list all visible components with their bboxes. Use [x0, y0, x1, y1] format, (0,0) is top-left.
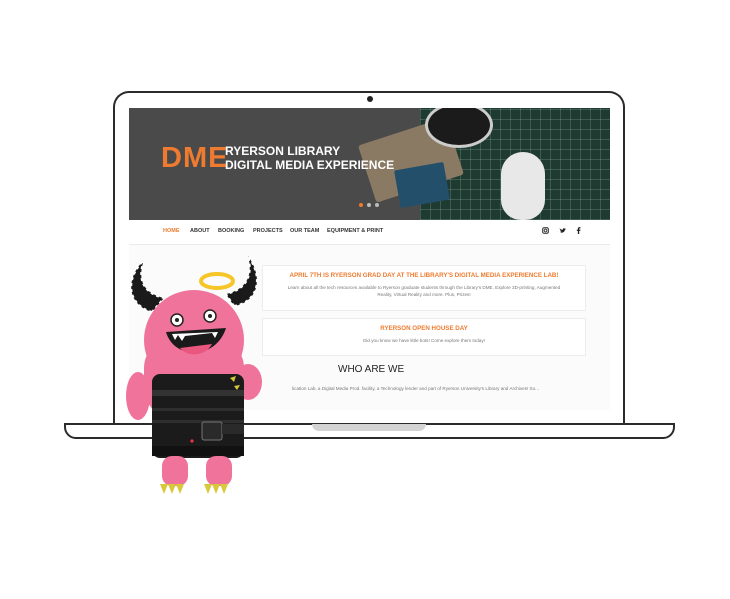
- camera-icon: [367, 96, 373, 102]
- card-text: Learn about all the tech resources avail…: [287, 285, 561, 297]
- hero-banner: DME RYERSON LIBRARY DIGITAL MEDIA EXPERI…: [129, 108, 610, 220]
- card-title[interactable]: APRIL 7TH IS RYERSON GRAD DAY AT THE LIB…: [263, 272, 585, 279]
- facebook-icon[interactable]: [576, 227, 581, 236]
- twitter-icon[interactable]: [559, 227, 567, 236]
- carousel-dot[interactable]: [375, 203, 379, 207]
- carousel-dot[interactable]: [367, 203, 371, 207]
- monster-mascot: [126, 255, 262, 494]
- event-card[interactable]: APRIL 7TH IS RYERSON GRAD DAY AT THE LIB…: [262, 265, 586, 311]
- computer-mouse: [501, 152, 545, 220]
- site-logo[interactable]: DME: [161, 142, 228, 175]
- carousel-dots: [359, 203, 379, 207]
- carousel-dot[interactable]: [359, 203, 363, 207]
- nav-booking[interactable]: BOOKING: [218, 228, 244, 234]
- laptop-notch: [312, 424, 426, 431]
- nav-our-team[interactable]: OUR TEAM: [290, 228, 319, 234]
- nav-about[interactable]: ABOUT: [190, 228, 210, 234]
- subtitle-line: DIGITAL MEDIA EXPERIENCE: [225, 158, 395, 172]
- card-text: Did you know we have little bots! Come e…: [363, 338, 485, 343]
- nav-projects[interactable]: PROJECTS: [253, 228, 283, 234]
- instagram-icon[interactable]: [542, 227, 549, 236]
- nav-equipment-print[interactable]: EQUIPMENT & PRINT: [327, 228, 383, 234]
- event-card[interactable]: RYERSON OPEN HOUSE DAY Did you know we h…: [262, 318, 586, 356]
- site-subtitle: RYERSON LIBRARY DIGITAL MEDIA EXPERIENCE: [225, 144, 394, 172]
- nav-home[interactable]: HOME: [163, 228, 180, 234]
- card-title[interactable]: RYERSON OPEN HOUSE DAY: [263, 325, 585, 332]
- subtitle-line: RYERSON LIBRARY: [225, 144, 341, 158]
- who-are-we-heading: WHO ARE WE: [338, 364, 405, 375]
- main-nav: HOME ABOUT BOOKING PROJECTS OUR TEAM EQU…: [129, 220, 610, 245]
